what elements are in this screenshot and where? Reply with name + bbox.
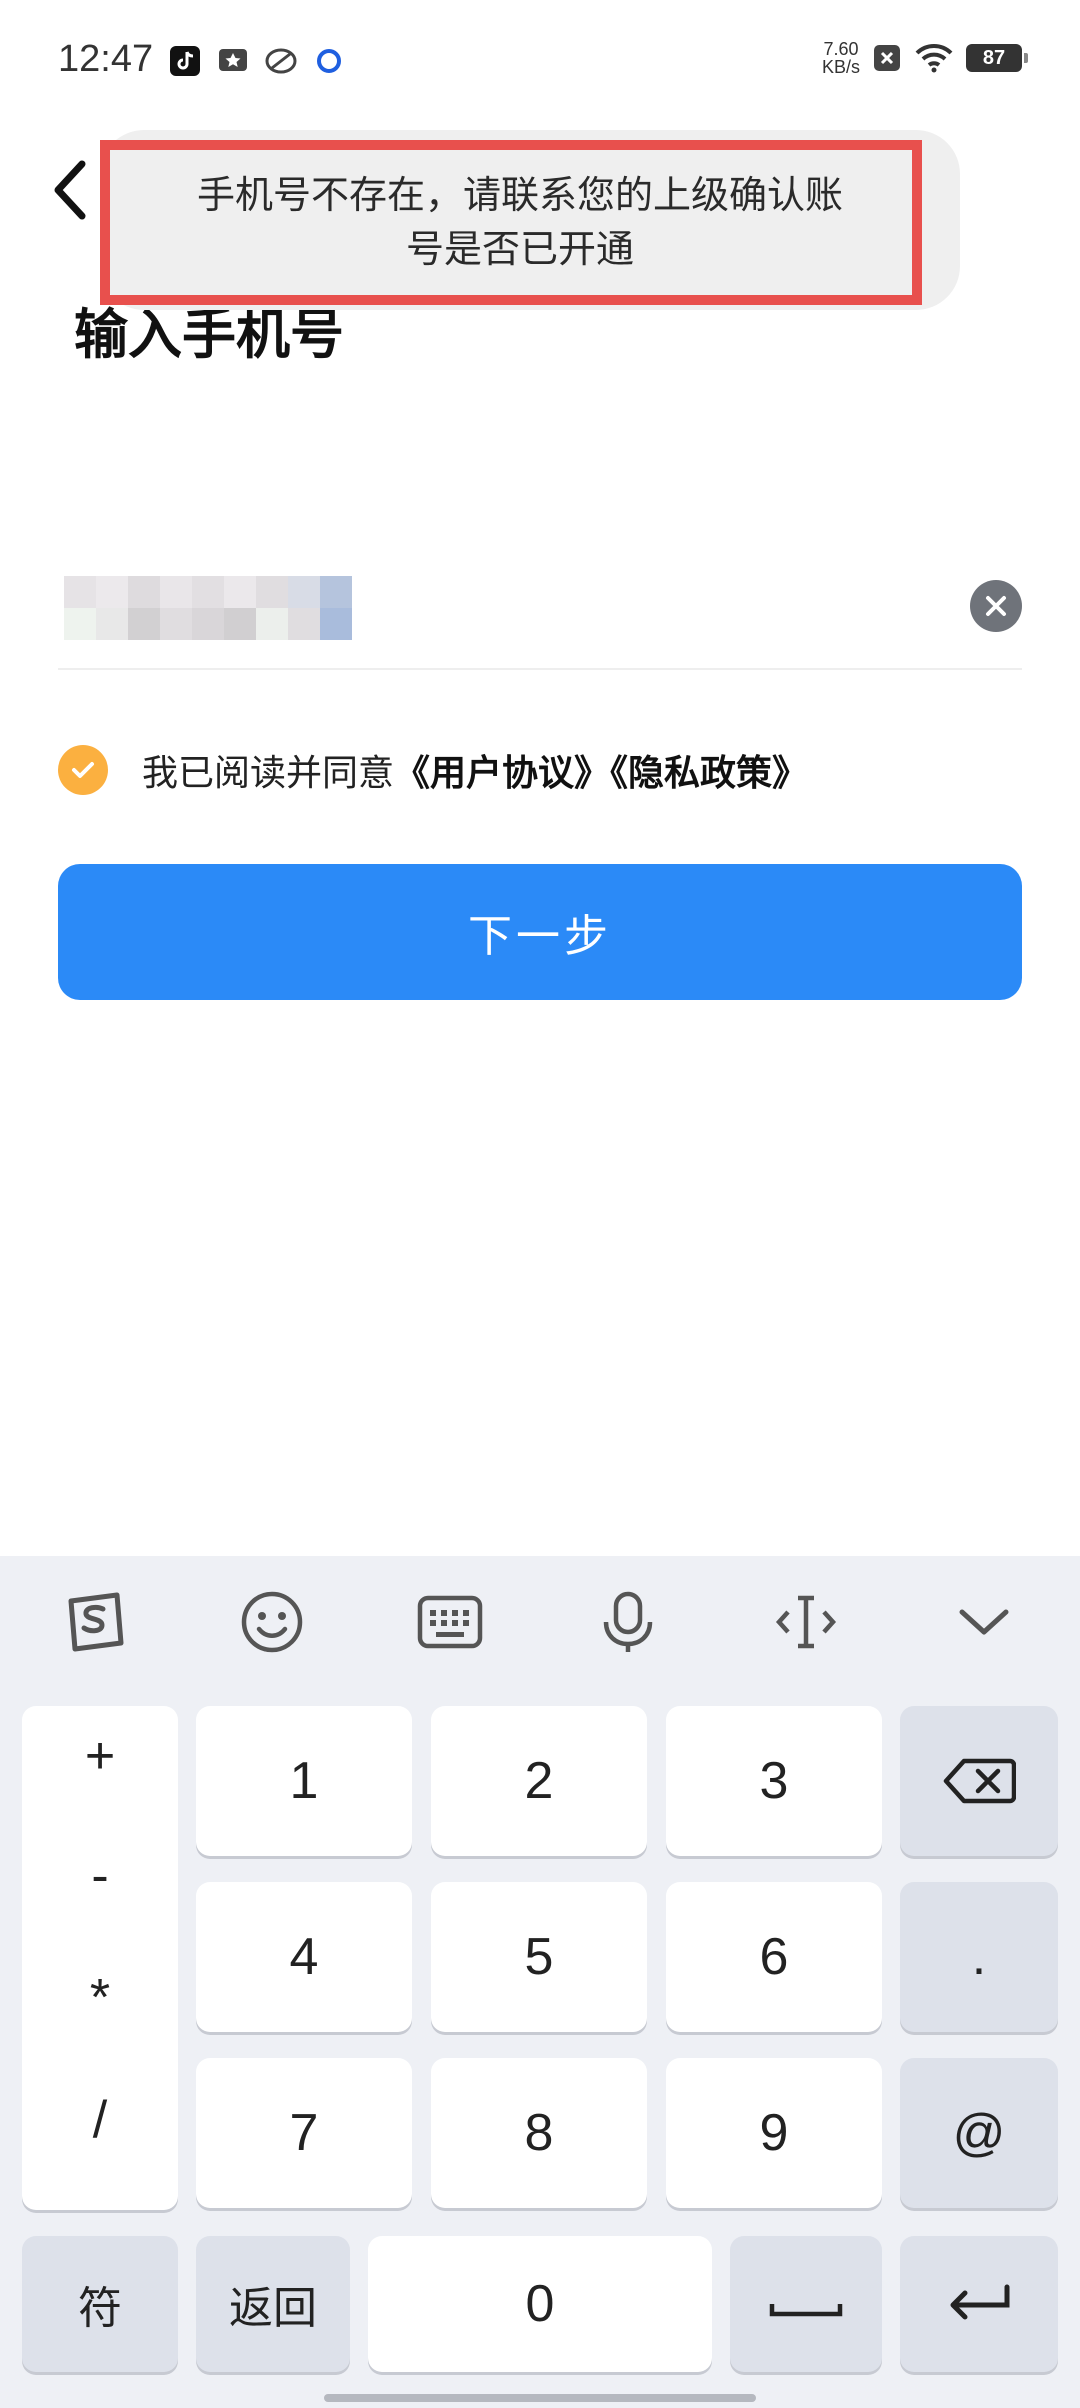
net-speed-value: 7.60 bbox=[823, 39, 859, 59]
keyboard-toolbar bbox=[0, 1556, 1080, 1686]
return-key[interactable]: 返回 bbox=[196, 2236, 350, 2372]
masked-phone-number bbox=[64, 576, 352, 640]
backspace-icon bbox=[943, 1758, 1016, 1804]
notification-icons bbox=[168, 44, 346, 78]
plus-key[interactable]: + bbox=[22, 1726, 178, 1786]
emoji-button[interactable] bbox=[236, 1586, 308, 1658]
phone-input[interactable] bbox=[58, 570, 1022, 670]
sim-blocked-icon bbox=[874, 45, 900, 71]
at-key[interactable]: @ bbox=[900, 2058, 1058, 2208]
app-icon bbox=[265, 48, 297, 74]
keyboard-layout-button[interactable] bbox=[414, 1586, 486, 1658]
agreement-text: 我已阅读并同意《用户协议》《隐私政策》 bbox=[142, 744, 808, 796]
key-8[interactable]: 8 bbox=[431, 2058, 647, 2208]
key-0[interactable]: 0 bbox=[368, 2236, 712, 2372]
minus-key[interactable]: - bbox=[22, 1846, 178, 1906]
agreement-checkbox[interactable] bbox=[58, 745, 108, 795]
sogou-logo-icon bbox=[68, 1592, 124, 1652]
clear-input-button[interactable] bbox=[970, 580, 1022, 632]
backspace-key[interactable] bbox=[900, 1706, 1058, 1856]
status-right: 7.60 KB/s 87 bbox=[822, 40, 1028, 76]
enter-key[interactable] bbox=[900, 2236, 1058, 2372]
tiktok-icon bbox=[170, 46, 200, 76]
agreement-row: 我已阅读并同意《用户协议》《隐私政策》 bbox=[58, 740, 808, 800]
agreement-prefix: 我已阅读并同意 bbox=[142, 753, 395, 794]
battery-indicator: 87 bbox=[966, 44, 1028, 72]
key-4[interactable]: 4 bbox=[196, 1882, 412, 2032]
key-2[interactable]: 2 bbox=[431, 1706, 647, 1856]
key-7[interactable]: 7 bbox=[196, 2058, 412, 2208]
keyboard: + - * / 1 2 3 4 5 6 . 7 8 9 @ 符 返回 0 bbox=[0, 1556, 1080, 2408]
net-speed: 7.60 KB/s bbox=[822, 40, 860, 76]
checkmark-icon bbox=[72, 762, 94, 778]
cursor-icon bbox=[775, 1595, 837, 1649]
highlight-box bbox=[100, 140, 922, 305]
voice-input-button[interactable] bbox=[592, 1586, 664, 1658]
close-icon bbox=[986, 596, 1006, 616]
status-bar: 12:47 7.60 KB/s 87 bbox=[0, 0, 1080, 130]
slash-key[interactable]: / bbox=[22, 2090, 178, 2150]
net-speed-unit: KB/s bbox=[821, 57, 860, 77]
key-6[interactable]: 6 bbox=[666, 1882, 882, 2032]
emoji-icon bbox=[241, 1591, 303, 1653]
ring-icon bbox=[317, 49, 341, 73]
privacy-policy-link[interactable]: 《隐私政策》 bbox=[610, 753, 808, 794]
key-5[interactable]: 5 bbox=[431, 1882, 647, 2032]
asterisk-key[interactable]: * bbox=[22, 1968, 178, 2028]
cursor-move-button[interactable] bbox=[770, 1586, 842, 1658]
space-key[interactable] bbox=[730, 2236, 882, 2372]
dot-key[interactable]: . bbox=[900, 1882, 1058, 2032]
hide-keyboard-button[interactable] bbox=[948, 1586, 1020, 1658]
status-time: 12:47 bbox=[58, 38, 154, 80]
symbol-mode-key[interactable]: 符 bbox=[22, 2236, 178, 2372]
space-icon bbox=[769, 2304, 843, 2317]
user-agreement-link[interactable]: 《用户协议》 bbox=[394, 753, 610, 794]
next-step-button[interactable]: 下一步 bbox=[58, 864, 1022, 1000]
keyboard-icon bbox=[417, 1595, 483, 1649]
chevron-down-icon bbox=[959, 1609, 1009, 1635]
wifi-icon bbox=[915, 43, 953, 73]
key-1[interactable]: 1 bbox=[196, 1706, 412, 1856]
key-9[interactable]: 9 bbox=[666, 2058, 882, 2208]
microphone-icon bbox=[603, 1591, 653, 1652]
key-3[interactable]: 3 bbox=[666, 1706, 882, 1856]
star-message-icon bbox=[219, 49, 247, 71]
back-arrow-icon[interactable] bbox=[44, 150, 104, 230]
home-indicator[interactable] bbox=[324, 2394, 756, 2402]
enter-icon bbox=[950, 2284, 1010, 2320]
symbol-column[interactable]: + - * / bbox=[22, 1706, 178, 2210]
sogou-logo-button[interactable] bbox=[58, 1586, 130, 1658]
